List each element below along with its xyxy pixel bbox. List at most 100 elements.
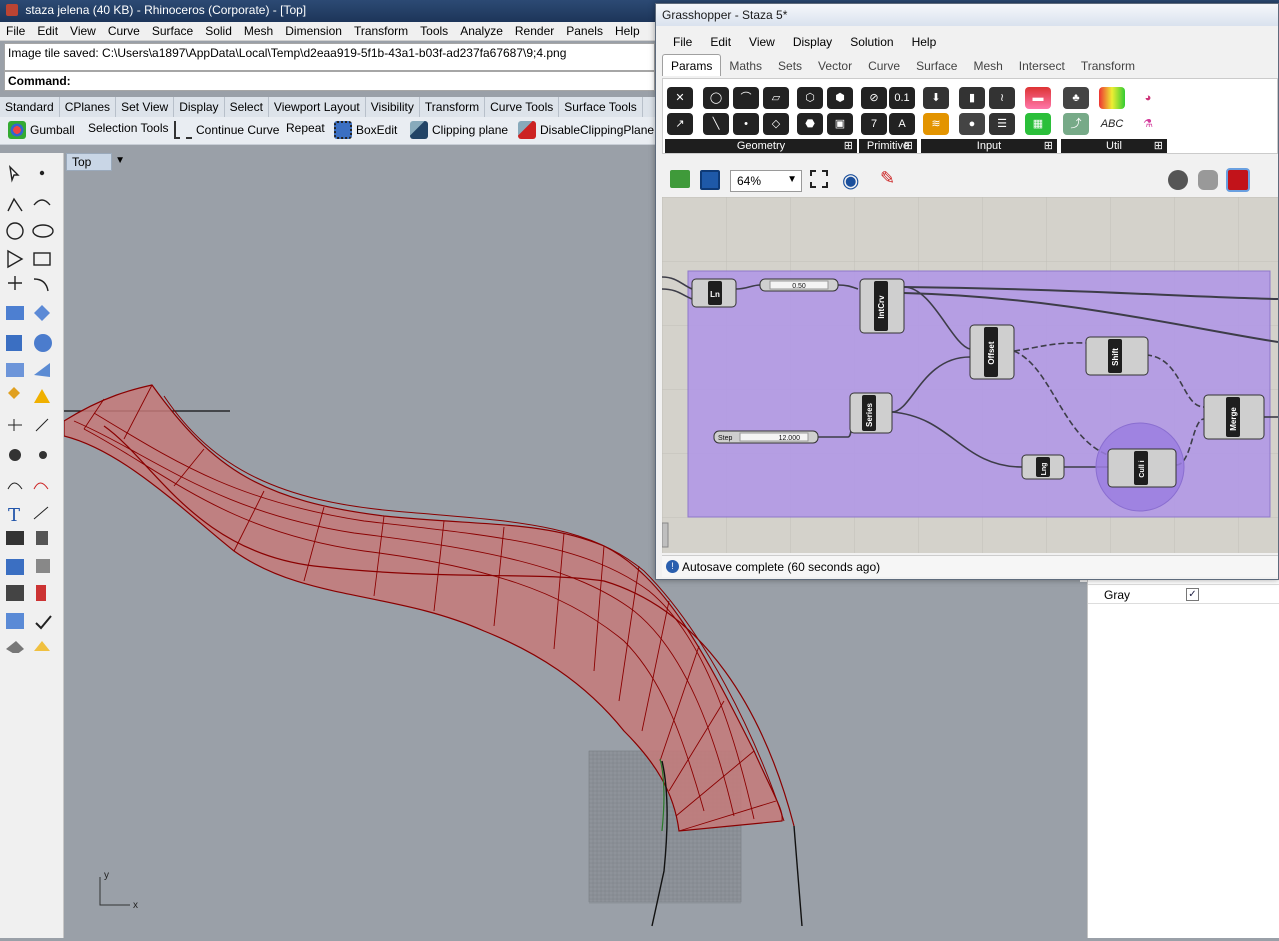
point-icon[interactable] bbox=[39, 170, 45, 176]
integer-param-icon[interactable]: 7 bbox=[861, 113, 887, 135]
number-slider[interactable]: 0.50 bbox=[759, 278, 839, 292]
save-file-icon[interactable] bbox=[700, 170, 720, 190]
rhino-menu-curve[interactable]: Curve bbox=[102, 22, 146, 38]
merge-component[interactable]: Merge bbox=[1203, 394, 1265, 440]
group-param-icon[interactable]: ▣ bbox=[827, 113, 853, 135]
gumball-button[interactable]: Gumball bbox=[8, 121, 75, 139]
offset-component[interactable]: Offset bbox=[969, 324, 1015, 380]
plane-param-icon[interactable]: ◇ bbox=[763, 113, 789, 135]
rhino-menu-panels[interactable]: Panels bbox=[560, 22, 609, 38]
graph-param-icon[interactable]: ≀ bbox=[989, 87, 1015, 109]
brep-param-icon[interactable]: ⬡ bbox=[797, 87, 823, 109]
tab-curve-tools[interactable]: Curve Tools bbox=[485, 97, 560, 117]
rhino-menu-edit[interactable]: Edit bbox=[31, 22, 64, 38]
text-tool-icon[interactable]: T bbox=[8, 505, 20, 526]
scribble-icon[interactable] bbox=[1099, 87, 1125, 109]
primitive-expand-icon[interactable]: ⊞ bbox=[904, 139, 913, 153]
rhino-menu-tools[interactable]: Tools bbox=[414, 22, 454, 38]
tab-viewport-layout[interactable]: Viewport Layout bbox=[269, 97, 366, 117]
tab-display[interactable]: Display bbox=[174, 97, 225, 117]
gh-tab-intersect[interactable]: Intersect bbox=[1011, 55, 1073, 77]
rhino-menu-render[interactable]: Render bbox=[509, 22, 560, 38]
palette-param-icon[interactable]: ▦ bbox=[1025, 113, 1051, 135]
wireframe-preview-icon[interactable] bbox=[1168, 170, 1188, 190]
tab-visibility[interactable]: Visibility bbox=[366, 97, 420, 117]
zoom-dropdown[interactable]: 64% ▼ bbox=[730, 170, 802, 192]
layer-icon[interactable] bbox=[36, 559, 50, 573]
rhino-menu-file[interactable]: File bbox=[0, 22, 31, 38]
boolean-param-icon[interactable]: ⊘ bbox=[861, 87, 887, 109]
curve-param-icon[interactable]: ⌒ bbox=[733, 87, 759, 109]
arc-icon[interactable] bbox=[7, 249, 24, 269]
ln-component[interactable]: Ln bbox=[691, 278, 737, 308]
grasshopper-canvas[interactable]: Ln 0.50 IntCrv Offset Shift Series Step … bbox=[662, 197, 1278, 553]
viewport-tab-top[interactable]: Top ▼ bbox=[66, 153, 125, 171]
explode-icon[interactable] bbox=[8, 387, 20, 399]
field-param-icon[interactable]: ⬣ bbox=[797, 113, 823, 135]
block-icon[interactable] bbox=[36, 531, 48, 545]
series-component[interactable]: Series bbox=[849, 392, 893, 434]
tab-standard[interactable]: Standard bbox=[0, 97, 60, 117]
gh-tab-sets[interactable]: Sets bbox=[770, 55, 810, 77]
rebuild-icon[interactable] bbox=[7, 482, 23, 490]
surface-edit-icon[interactable] bbox=[34, 305, 50, 321]
selected-preview-icon[interactable] bbox=[1226, 168, 1250, 192]
fillet-icon[interactable] bbox=[33, 278, 49, 292]
gray-checkbox[interactable]: ✓ bbox=[1186, 588, 1199, 601]
array-icon[interactable] bbox=[6, 531, 24, 545]
value-list-icon[interactable]: ☰ bbox=[989, 113, 1015, 135]
component-group[interactable] bbox=[687, 270, 1271, 518]
group-icon[interactable] bbox=[9, 449, 21, 461]
data-dam-icon[interactable]: ◕ bbox=[1135, 87, 1161, 109]
sketch-pen-icon[interactable]: ✎ bbox=[880, 168, 895, 189]
curve-icon[interactable] bbox=[33, 199, 51, 206]
boxedit-button[interactable]: BoxEdit bbox=[334, 121, 397, 139]
render-icon[interactable] bbox=[6, 559, 24, 575]
gh-menu-view[interactable]: View bbox=[740, 32, 784, 49]
rhino-menu-analyze[interactable]: Analyze bbox=[454, 22, 509, 38]
shift-component[interactable]: Shift bbox=[1085, 336, 1149, 376]
clipping-plane-button[interactable]: Clipping plane bbox=[410, 121, 508, 139]
geometry-param-icon[interactable]: ✕ bbox=[667, 87, 693, 109]
gh-tab-maths[interactable]: Maths bbox=[721, 55, 770, 77]
point-param-icon[interactable]: • bbox=[733, 113, 759, 135]
continue-curve-button[interactable]: Continue Curve bbox=[174, 121, 279, 139]
tab-set-view[interactable]: Set View bbox=[116, 97, 175, 117]
tree-param-icon[interactable]: ♣ bbox=[1063, 87, 1089, 109]
gh-menu-file[interactable]: File bbox=[664, 32, 701, 49]
light-icon[interactable] bbox=[34, 641, 50, 651]
move-icon[interactable] bbox=[8, 419, 22, 431]
rhino-menu-view[interactable]: View bbox=[64, 22, 102, 38]
vector-param-icon[interactable]: ↗ bbox=[667, 113, 693, 135]
gh-tab-transform[interactable]: Transform bbox=[1073, 55, 1143, 77]
import-param-icon[interactable]: ⬇ bbox=[923, 87, 949, 109]
cull-index-component[interactable]: Cull i bbox=[1107, 448, 1177, 488]
preview-eye-icon[interactable]: ◉ bbox=[842, 168, 859, 193]
rail-curve-right[interactable] bbox=[793, 825, 803, 927]
polyline-icon[interactable] bbox=[7, 197, 23, 212]
repeat-button[interactable]: Repeat bbox=[286, 121, 325, 135]
tab-cplanes[interactable]: CPlanes bbox=[60, 97, 117, 117]
rhino-menu-transform[interactable]: Transform bbox=[348, 22, 414, 38]
boolean-icon[interactable] bbox=[34, 389, 50, 403]
selection-tools-button[interactable]: Selection Tools bbox=[88, 121, 169, 135]
gh-menu-display[interactable]: Display bbox=[784, 32, 841, 49]
trim-icon[interactable] bbox=[35, 418, 49, 432]
analyze-icon[interactable] bbox=[36, 585, 46, 601]
zoom-extents-icon[interactable] bbox=[810, 170, 828, 188]
viewport-menu-chevron-icon[interactable]: ▼ bbox=[115, 155, 125, 166]
mesh-icon[interactable] bbox=[6, 363, 24, 377]
gh-menu-edit[interactable]: Edit bbox=[701, 32, 740, 49]
command-prompt[interactable]: Command: bbox=[4, 71, 655, 91]
rhino-menu-dimension[interactable]: Dimension bbox=[279, 22, 348, 38]
gh-tab-vector[interactable]: Vector bbox=[810, 55, 860, 77]
ellipse-icon[interactable] bbox=[32, 224, 54, 238]
dimension-icon[interactable] bbox=[33, 506, 49, 520]
intcrv-component[interactable]: IntCrv bbox=[859, 278, 905, 334]
rebuild-red-icon[interactable] bbox=[33, 482, 49, 490]
rhino-menu-mesh[interactable]: Mesh bbox=[238, 22, 279, 38]
gradient-param-icon[interactable]: ▬ bbox=[1025, 87, 1051, 109]
circle-icon[interactable] bbox=[6, 222, 24, 240]
util-expand-icon[interactable]: ⊞ bbox=[1154, 139, 1163, 153]
tab-transform[interactable]: Transform bbox=[420, 97, 486, 117]
